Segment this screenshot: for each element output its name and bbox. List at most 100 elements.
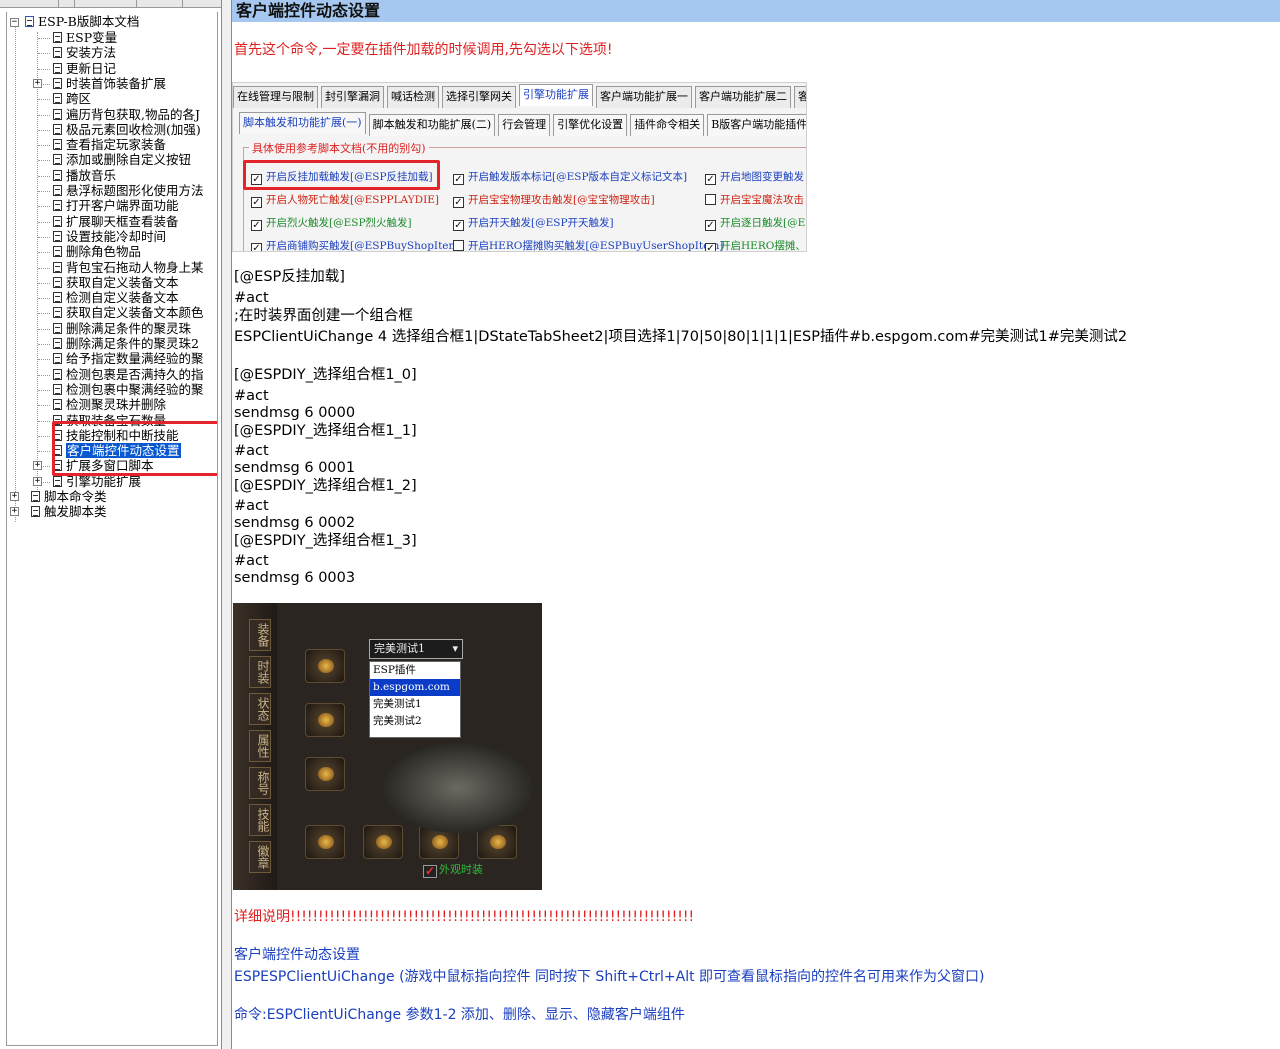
detail-heading: 详细说明!!!!!!!!!!!!!!!!!!!!!!!!!!!!!!!!!!!!… bbox=[234, 909, 695, 925]
tabs-main: 在线管理与限制 封引擎漏洞 喊话检测 选择引擎网关 引擎功能扩展 客户端功能扩展一 客户端功… bbox=[233, 84, 806, 108]
combo-option[interactable]: 完美测试2 bbox=[370, 713, 460, 730]
tree-item[interactable]: 删除角色物品 bbox=[53, 244, 141, 259]
expand-icon[interactable]: + bbox=[33, 461, 42, 471]
tree-category[interactable]: 脚本命令类 bbox=[31, 489, 107, 504]
option-checkbox[interactable]: ✓ 开启开天触发[@ESP开天触发] bbox=[453, 216, 614, 231]
code-line: #act bbox=[234, 443, 269, 459]
document-icon bbox=[53, 62, 62, 74]
tree-item[interactable]: 添加或删除自定义按钮 bbox=[53, 152, 191, 167]
expand-icon[interactable]: + bbox=[33, 476, 42, 486]
expand-icon[interactable]: + bbox=[33, 78, 42, 88]
tree-category[interactable]: 触发脚本类 bbox=[31, 504, 107, 519]
document-icon bbox=[53, 77, 62, 89]
option-checkbox[interactable]: ✓ 开启烈火触发[@ESP烈火触发] bbox=[251, 216, 412, 231]
tree-item[interactable]: 检测自定义装备文本 bbox=[53, 290, 179, 305]
option-checkbox[interactable]: 开启HERO摆摊购买触发[@ESPBuyUserShopItem] bbox=[453, 239, 723, 251]
tree-item[interactable]: ESP变量 bbox=[53, 30, 117, 45]
document-icon bbox=[53, 230, 62, 242]
option-checkbox[interactable]: ✓ 开启商铺购买触发[@ESPBuyShopItem] bbox=[251, 239, 463, 251]
combo-option[interactable]: 完美测试1 bbox=[370, 696, 460, 713]
code-line: #act bbox=[234, 290, 269, 306]
document-tree[interactable]: − ESP-B版脚本文档 ESP变量 安装方法 更新日记 + 时装首饰装备扩展 跨区 遍历背… bbox=[6, 12, 218, 1046]
option-checkbox[interactable]: ✓ 开启地图变更触发 bbox=[705, 170, 804, 185]
help-link-desc[interactable]: ESPESPClientUiChange (游戏中鼠标指向控件 同时按下 Shi… bbox=[234, 968, 985, 986]
tab-main-2[interactable]: 喊话检测 bbox=[387, 86, 439, 108]
tab-main-7[interactable]: 客户端 bbox=[794, 86, 806, 108]
tab-sub-1[interactable]: 脚本触发和功能扩展(二) bbox=[368, 114, 496, 136]
tree-item[interactable]: 检测包裹中聚满经验的聚 bbox=[53, 382, 204, 397]
tree-item[interactable]: 打开客户端界面功能 bbox=[53, 198, 179, 213]
game-side-tab[interactable]: 徽章 bbox=[249, 841, 271, 873]
book-icon bbox=[25, 16, 34, 27]
tree-item[interactable]: 获取自定义装备文本颜色 bbox=[53, 305, 204, 320]
document-pane: 客户端控件动态设置 首先这个命令,一定要在插件加载的时候调用,先勾选以下选项! … bbox=[232, 0, 1280, 1049]
tab-main-6[interactable]: 客户端功能扩展二 bbox=[695, 86, 791, 108]
tree-item[interactable]: 更新日记 bbox=[53, 61, 116, 76]
game-side-tab[interactable]: 时装 bbox=[249, 656, 271, 688]
tab-main-3[interactable]: 选择引擎网关 bbox=[442, 86, 516, 108]
tab-main-0[interactable]: 在线管理与限制 bbox=[233, 86, 318, 108]
belt-slot bbox=[363, 825, 403, 859]
tab-main-4[interactable]: 引擎功能扩展 bbox=[519, 84, 593, 106]
checkbox-icon bbox=[453, 240, 464, 251]
tab-sub-4[interactable]: 插件命令相关 bbox=[630, 114, 705, 136]
option-checkbox[interactable]: ✓ 开启宝宝物理攻击触发[@宝宝物理攻击] bbox=[453, 193, 655, 208]
tree-item[interactable]: 遍历背包获取,物品的各J bbox=[53, 107, 200, 122]
tree-item[interactable]: 删除满足条件的聚灵珠2 bbox=[53, 336, 199, 351]
option-checkbox[interactable]: ✓ 开启逐日触发[@ES bbox=[705, 216, 806, 231]
tree-item[interactable]: 时装首饰装备扩展 bbox=[53, 76, 166, 91]
game-side-tab[interactable]: 状态 bbox=[249, 693, 271, 725]
expand-icon[interactable]: + bbox=[10, 507, 19, 517]
tab-main-5[interactable]: 客户端功能扩展一 bbox=[596, 86, 692, 108]
combo-option[interactable]: b.espgom.com bbox=[370, 679, 460, 696]
document-icon bbox=[53, 307, 62, 319]
tree-item[interactable]: 设置技能冷却时间 bbox=[53, 229, 166, 244]
combo-option[interactable]: ESP插件 bbox=[370, 662, 460, 679]
tab-sub-3[interactable]: 引擎优化设置 bbox=[553, 114, 628, 136]
tree-item[interactable]: 给予指定数量满经验的聚 bbox=[53, 351, 204, 366]
option-checkbox[interactable]: 开启宝宝魔法攻击 bbox=[705, 193, 804, 207]
tab-main-1[interactable]: 封引擎漏洞 bbox=[321, 86, 384, 108]
tree-item[interactable]: 检测聚灵珠并删除 bbox=[53, 397, 166, 412]
tree-item[interactable]: 删除满足条件的聚灵珠 bbox=[53, 321, 191, 336]
game-side-tab[interactable]: 技能 bbox=[249, 804, 271, 836]
tree-item[interactable]: 悬浮标题图形化使用方法 bbox=[53, 183, 204, 198]
armor-slot bbox=[305, 825, 345, 859]
pane-splitter[interactable] bbox=[222, 0, 232, 1049]
code-line: [@ESPDIY_选择组合框1_0] bbox=[234, 367, 417, 383]
game-side-tab[interactable]: 属性 bbox=[249, 730, 271, 762]
game-side-tab[interactable]: 装备 bbox=[249, 619, 271, 651]
appearance-checkbox[interactable]: ✓ 外观时装 bbox=[423, 861, 483, 878]
tree-item[interactable]: 跨区 bbox=[53, 91, 91, 106]
combo-dropdown[interactable]: ESP插件 b.espgom.com 完美测试1 完美测试2 bbox=[369, 661, 461, 738]
checkbox-icon bbox=[705, 194, 716, 205]
combo-box[interactable]: 完美测试1 bbox=[369, 639, 463, 659]
tab-sub-2[interactable]: 行会管理 bbox=[498, 114, 551, 136]
annotation-highlight bbox=[243, 160, 440, 190]
doc-title: 客户端控件动态设置 bbox=[236, 1, 381, 20]
option-checkbox[interactable]: ✓ 开启触发版本标记[@ESP版本自定义标记文本] bbox=[453, 170, 687, 185]
code-line: [@ESPDIY_选择组合框1_3] bbox=[234, 533, 417, 549]
expand-icon[interactable]: + bbox=[10, 492, 19, 501]
tree-item[interactable]: 扩展聊天框查看装备 bbox=[53, 214, 179, 229]
tab-sub-0[interactable]: 脚本触发和功能扩展(一) bbox=[239, 112, 366, 134]
tree-item[interactable]: 播放音乐 bbox=[53, 168, 116, 183]
necklace-slot bbox=[305, 703, 345, 737]
code-line: [@ESPDIY_选择组合框1_1] bbox=[234, 423, 417, 439]
document-icon bbox=[53, 338, 62, 349]
option-checkbox[interactable]: ✓ 开启HERO摆摊、个 bbox=[705, 239, 806, 251]
help-link-title[interactable]: 客户端控件动态设置 bbox=[234, 946, 360, 964]
tree-item[interactable]: 检测包裹是否满持久的指 bbox=[53, 367, 204, 382]
game-side-tab[interactable]: 称号 bbox=[249, 767, 271, 799]
tree-item[interactable]: 背包宝石拖动人物身上某 bbox=[53, 260, 204, 275]
option-checkbox[interactable]: ✓ 开启人物死亡触发[@ESPPLAYDIE] bbox=[251, 193, 439, 208]
tree-root[interactable]: ESP-B版脚本文档 bbox=[25, 14, 139, 29]
tree-item[interactable]: 查看指定玩家装备 bbox=[53, 137, 166, 152]
checkbox-icon: ✓ bbox=[453, 220, 464, 231]
tree-item[interactable]: 极品元素回收检测(加强) bbox=[53, 122, 201, 137]
tree-item[interactable]: 安装方法 bbox=[53, 45, 116, 60]
settings-screenshot: 在线管理与限制 封引擎漏洞 喊话检测 选择引擎网关 引擎功能扩展 客户端功能扩展一 客户端功… bbox=[232, 82, 807, 252]
collapse-icon[interactable]: − bbox=[10, 18, 19, 27]
tab-sub-5[interactable]: B版客户端功能插件 bbox=[707, 114, 806, 136]
tree-item[interactable]: 获取自定义装备文本 bbox=[53, 275, 179, 290]
